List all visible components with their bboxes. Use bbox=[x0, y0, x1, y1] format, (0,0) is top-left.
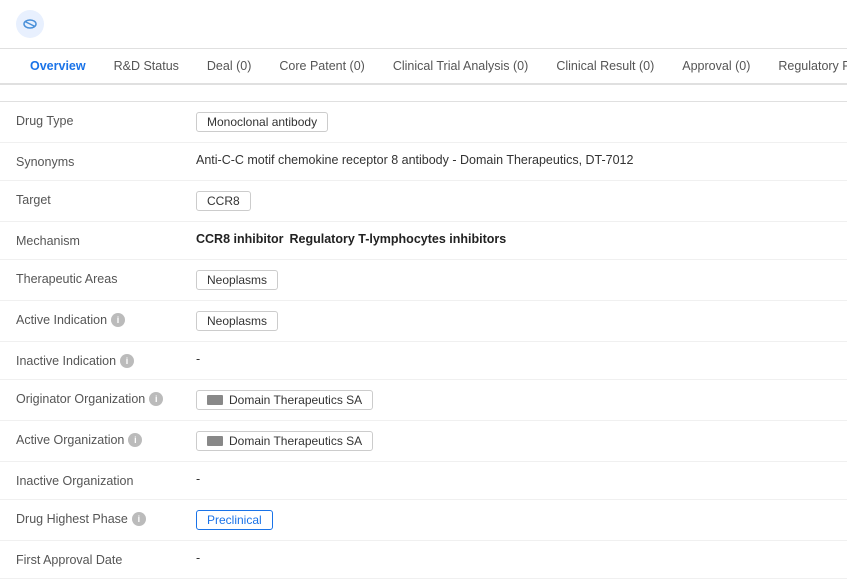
fields-container: Drug TypeMonoclonal antibodySynonymsAnti… bbox=[0, 102, 847, 579]
field-label-5: Active Indicationi bbox=[16, 311, 196, 327]
field-label-0: Drug Type bbox=[16, 112, 196, 128]
field-value-2: CCR8 bbox=[196, 191, 831, 211]
org-name-8: Domain Therapeutics SA bbox=[229, 434, 362, 448]
tag-2: CCR8 bbox=[196, 191, 251, 211]
field-row-0: Drug TypeMonoclonal antibody bbox=[0, 102, 847, 143]
org-name-7: Domain Therapeutics SA bbox=[229, 393, 362, 407]
info-icon-6[interactable]: i bbox=[120, 354, 134, 368]
field-value-9: - bbox=[196, 472, 831, 486]
field-row-7: Originator Organizationi Domain Therapeut… bbox=[0, 380, 847, 421]
field-row-5: Active IndicationiNeoplasms bbox=[0, 301, 847, 342]
org-icon-8 bbox=[207, 436, 223, 446]
tab-core-patent[interactable]: Core Patent (0) bbox=[265, 49, 378, 85]
field-value-6: - bbox=[196, 352, 831, 366]
field-label-11: First Approval Date bbox=[16, 551, 196, 567]
tab-clinical-trial[interactable]: Clinical Trial Analysis (0) bbox=[379, 49, 542, 85]
dash-6: - bbox=[196, 352, 200, 366]
info-icon-7[interactable]: i bbox=[149, 392, 163, 406]
dash-11: - bbox=[196, 551, 200, 565]
tab-deal[interactable]: Deal (0) bbox=[193, 49, 265, 85]
field-row-11: First Approval Date- bbox=[0, 541, 847, 579]
field-value-8: Domain Therapeutics SA bbox=[196, 431, 831, 451]
field-value-1: Anti-C-C motif chemokine receptor 8 anti… bbox=[196, 153, 831, 167]
field-label-8: Active Organizationi bbox=[16, 431, 196, 447]
orgtag-7: Domain Therapeutics SA bbox=[196, 390, 373, 410]
tab-clinical-result[interactable]: Clinical Result (0) bbox=[542, 49, 668, 85]
field-value-11: - bbox=[196, 551, 831, 565]
field-label-3: Mechanism bbox=[16, 232, 196, 248]
field-label-10: Drug Highest Phasei bbox=[16, 510, 196, 526]
field-row-2: TargetCCR8 bbox=[0, 181, 847, 222]
tab-regulatory-review[interactable]: Regulatory Review bbox=[764, 49, 847, 85]
field-label-4: Therapeutic Areas bbox=[16, 270, 196, 286]
info-icon-10[interactable]: i bbox=[132, 512, 146, 526]
tab-approval[interactable]: Approval (0) bbox=[668, 49, 764, 85]
field-label-7: Originator Organizationi bbox=[16, 390, 196, 406]
field-label-6: Inactive Indicationi bbox=[16, 352, 196, 368]
drug-icon bbox=[16, 10, 44, 38]
field-label-9: Inactive Organization bbox=[16, 472, 196, 488]
tab-rd-status[interactable]: R&D Status bbox=[100, 49, 193, 85]
tab-overview[interactable]: Overview bbox=[16, 49, 100, 85]
info-icon-5[interactable]: i bbox=[111, 313, 125, 327]
field-value-7: Domain Therapeutics SA bbox=[196, 390, 831, 410]
field-row-8: Active Organizationi Domain Therapeutics … bbox=[0, 421, 847, 462]
mechtext-3-0: CCR8 inhibitor bbox=[196, 232, 284, 246]
field-row-3: MechanismCCR8 inhibitor Regulatory T-lym… bbox=[0, 222, 847, 260]
org-icon-7 bbox=[207, 395, 223, 405]
field-label-1: Synonyms bbox=[16, 153, 196, 169]
field-row-4: Therapeutic AreasNeoplasms bbox=[0, 260, 847, 301]
orgtag-8: Domain Therapeutics SA bbox=[196, 431, 373, 451]
mechtext-3-1: Regulatory T-lymphocytes inhibitors bbox=[290, 232, 507, 246]
tag-4: Neoplasms bbox=[196, 270, 278, 290]
bluetag-10: Preclinical bbox=[196, 510, 273, 530]
field-value-4: Neoplasms bbox=[196, 270, 831, 290]
nav-tabs: OverviewR&D StatusDeal (0)Core Patent (0… bbox=[0, 49, 847, 85]
tag-5: Neoplasms bbox=[196, 311, 278, 331]
field-value-10: Preclinical bbox=[196, 510, 831, 530]
field-row-9: Inactive Organization- bbox=[0, 462, 847, 500]
field-label-2: Target bbox=[16, 191, 196, 207]
dash-9: - bbox=[196, 472, 200, 486]
field-value-5: Neoplasms bbox=[196, 311, 831, 331]
field-row-1: SynonymsAnti-C-C motif chemokine recepto… bbox=[0, 143, 847, 181]
info-icon-8[interactable]: i bbox=[128, 433, 142, 447]
field-row-6: Inactive Indicationi- bbox=[0, 342, 847, 380]
field-row-10: Drug Highest PhaseiPreclinical bbox=[0, 500, 847, 541]
tag-0: Monoclonal antibody bbox=[196, 112, 328, 132]
section-basic-info bbox=[0, 85, 847, 102]
field-value-0: Monoclonal antibody bbox=[196, 112, 831, 132]
field-value-3: CCR8 inhibitor Regulatory T-lymphocytes … bbox=[196, 232, 831, 246]
page-header bbox=[0, 0, 847, 49]
